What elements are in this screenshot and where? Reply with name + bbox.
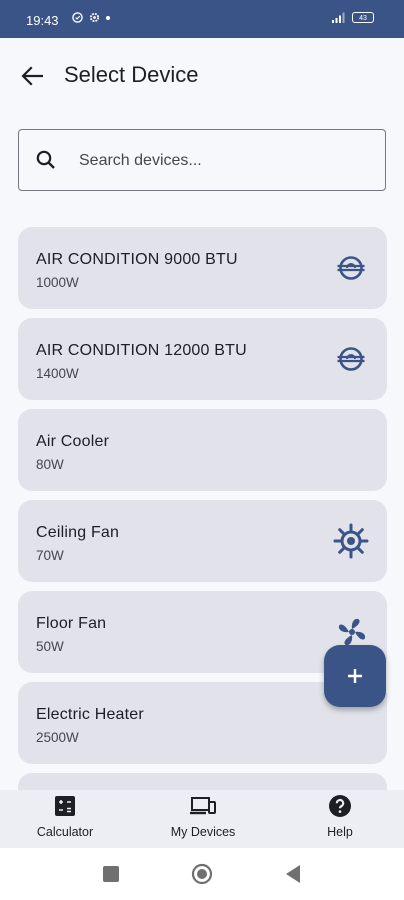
device-name: Floor Fan	[36, 615, 107, 632]
nav-label: Help	[327, 825, 353, 839]
back-button[interactable]	[18, 62, 46, 90]
fan-icon	[338, 618, 366, 646]
nav-item-help[interactable]: Help	[310, 790, 370, 848]
app-bar: Select Device	[0, 38, 404, 110]
plus-icon	[348, 669, 362, 683]
status-time: 19:43	[26, 13, 59, 28]
back-nav-button[interactable]	[285, 864, 301, 884]
add-device-button[interactable]	[324, 645, 386, 707]
help-icon	[329, 795, 351, 817]
device-card-ceiling-fan[interactable]: Ceiling Fan 70W	[18, 500, 387, 582]
arrow-back-icon	[21, 66, 43, 86]
device-power: 80W	[36, 457, 64, 472]
nav-label: Calculator	[36, 825, 94, 839]
device-name: AIR CONDITION 12000 BTU	[36, 342, 247, 359]
air-conditioner-icon	[337, 256, 365, 280]
air-conditioner-icon	[337, 347, 365, 371]
recent-apps-button[interactable]	[103, 866, 119, 882]
signal-icon	[332, 12, 345, 23]
ceiling-fan-icon	[333, 523, 369, 559]
nav-label: My Devices	[170, 825, 236, 839]
device-power: 50W	[36, 639, 64, 654]
bottom-nav: Calculator My Devices Help	[0, 790, 404, 848]
search-input[interactable]	[77, 148, 371, 174]
nav-item-my-devices[interactable]: My Devices	[158, 790, 248, 848]
gear-status-icon	[89, 12, 100, 23]
sync-status-icon	[72, 12, 83, 23]
device-name: Ceiling Fan	[36, 524, 120, 541]
page-title: Select Device	[64, 62, 199, 87]
device-card-ac-12000[interactable]: AIR CONDITION 12000 BTU 1400W	[18, 318, 387, 400]
device-card-air-cooler[interactable]: Air Cooler 80W	[18, 409, 387, 491]
search-field[interactable]	[18, 129, 386, 191]
device-card-ac-9000[interactable]: AIR CONDITION 9000 BTU 1000W	[18, 227, 387, 309]
nav-item-calculator[interactable]: Calculator	[24, 790, 106, 848]
battery-icon: 43	[352, 12, 374, 23]
device-power: 1000W	[36, 275, 79, 290]
home-button[interactable]	[191, 863, 213, 885]
calculator-icon	[55, 796, 75, 816]
device-name: Air Cooler	[36, 433, 110, 450]
device-list[interactable]: AIR CONDITION 9000 BTU 1000W AIR CONDITI…	[18, 227, 387, 790]
device-card-partial[interactable]	[18, 773, 387, 790]
device-name: AIR CONDITION 9000 BTU	[36, 251, 238, 268]
system-nav-bar	[0, 848, 404, 900]
dot-status-icon	[106, 15, 110, 20]
device-power: 2500W	[36, 730, 79, 745]
device-power: 70W	[36, 548, 64, 563]
status-bar: 19:43 43	[0, 0, 404, 38]
device-name: Electric Heater	[36, 706, 144, 723]
devices-icon	[190, 797, 216, 815]
device-power: 1400W	[36, 366, 79, 381]
search-icon	[36, 150, 55, 169]
